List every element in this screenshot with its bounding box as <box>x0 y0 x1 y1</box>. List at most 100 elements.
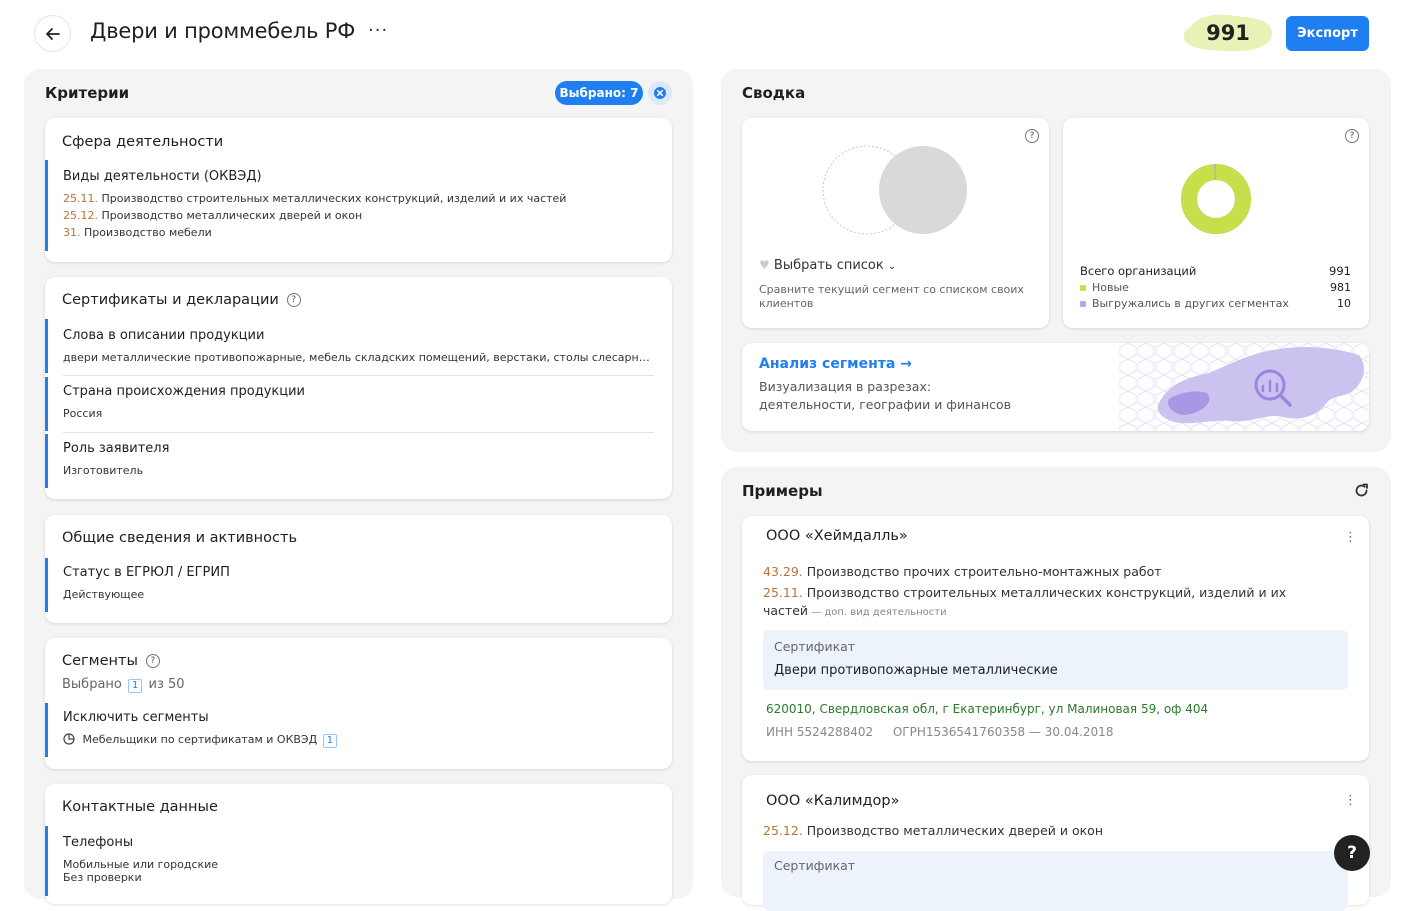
okved-group[interactable]: Виды деятельности (ОКВЭД) 25.11. Произво… <box>45 160 655 251</box>
certificate-label: Сертификат <box>774 639 856 654</box>
help-button[interactable]: ? <box>1334 835 1370 871</box>
close-circle-icon <box>654 87 666 99</box>
company-okved-primary: 25.12. Производство металлических дверей… <box>763 822 1103 840</box>
origin-country-group[interactable]: Страна происхождения продукции Россия <box>45 377 655 431</box>
arrow-left-icon <box>45 27 60 40</box>
certificates-card[interactable]: Сертификаты и декларации? Слова в описан… <box>45 277 672 499</box>
select-list-dropdown[interactable]: ♥ Выбрать список ⌄ <box>759 258 896 273</box>
example-company-card[interactable]: ООО «Калимдор» ⋮ 25.12. Производство мет… <box>742 775 1369 911</box>
clear-selection-button[interactable] <box>648 81 672 105</box>
exclude-segments-title: Исключить сегменты <box>63 710 209 725</box>
stat-other-value: 10 <box>1337 297 1351 310</box>
product-words-value: двери металлические противопожарные, меб… <box>63 351 653 364</box>
donut-segment-new <box>1181 164 1251 234</box>
company-name: ООО «Хеймдалль» <box>766 528 908 544</box>
segment-analysis-desc: Визуализация в разрезах: деятельности, г… <box>759 378 1011 414</box>
okved-title: Виды деятельности (ОКВЭД) <box>63 169 262 184</box>
okved-code: 25.11. <box>763 585 803 600</box>
origin-country-title: Страна происхождения продукции <box>63 384 305 399</box>
stat-new-value: 981 <box>1330 281 1351 294</box>
divider <box>63 432 654 433</box>
divider <box>63 375 654 376</box>
phones-group[interactable]: Телефоны Мобильные или городские Без про… <box>45 826 655 896</box>
stat-total-label: Всего организаций <box>1080 264 1197 278</box>
page-title: Двери и проммебель РФ <box>90 19 356 43</box>
segment-count-value: 991 <box>1206 21 1250 45</box>
certificates-title-text: Сертификаты и декларации <box>62 292 279 308</box>
stat-new-label: Новые <box>1092 281 1129 294</box>
stat-other-label: Выгружались в других сегментах <box>1092 297 1289 310</box>
company-inn: ИНН 5524288402 <box>766 725 874 739</box>
applicant-role-group[interactable]: Роль заявителя Изготовитель <box>45 434 655 488</box>
exclude-segment-count: 1 <box>322 734 338 748</box>
stat-total-row: Всего организаций 991 <box>1080 264 1351 278</box>
summary-title: Сводка <box>742 84 806 102</box>
segments-selected-count: Выбрано 1 из 50 <box>62 677 185 693</box>
company-ogrn: ОГРН1536541760358 — 30.04.2018 <box>892 725 1114 739</box>
okved-text: Производство строительных металлических … <box>98 192 567 205</box>
kebab-menu-icon[interactable]: ⋮ <box>1344 793 1357 808</box>
help-icon[interactable]: ? <box>286 293 301 307</box>
phones-title: Телефоны <box>63 835 134 850</box>
origin-country-value: Россия <box>63 407 103 420</box>
help-icon[interactable]: ? <box>145 654 160 668</box>
contacts-card[interactable]: Контактные данные Телефоны Мобильные или… <box>45 784 672 904</box>
stat-other-row: Выгружались в других сегментах 10 <box>1080 297 1351 310</box>
okved-text: Производство металлических дверей и окон <box>98 209 363 222</box>
compare-description: Сравните текущий сегмент со списком свои… <box>759 283 1024 310</box>
okved-item: 25.11. Производство строительных металли… <box>63 192 655 205</box>
general-info-card[interactable]: Общие сведения и активность Статус в ЕГР… <box>45 515 672 623</box>
activity-card-title: Сфера деятельности <box>62 134 224 150</box>
company-okved-secondary: 25.11. Производство строительных металли… <box>763 584 1323 602</box>
segment-analysis-card[interactable]: Анализ сегмента → Визуализация в разреза… <box>742 343 1369 431</box>
product-words-group[interactable]: Слова в описании продукции двери металли… <box>45 319 655 373</box>
help-icon[interactable]: ? <box>1025 129 1039 143</box>
okved-code: 43.29. <box>763 564 803 579</box>
segment-analysis-link[interactable]: Анализ сегмента → <box>759 356 912 372</box>
certificates-card-title: Сертификаты и декларации? <box>62 292 301 308</box>
certificate-box: Сертификат Двери противопожарные металли… <box>763 630 1348 690</box>
heart-icon: ♥ <box>759 258 770 272</box>
segments-card[interactable]: Сегменты? Выбрано 1 из 50 Исключить сегм… <box>45 638 672 769</box>
selected-prefix: Выбрано <box>62 677 122 692</box>
selected-number: 1 <box>128 679 143 693</box>
pie-chart-icon <box>63 733 75 745</box>
back-button[interactable] <box>34 15 71 52</box>
exclude-segments-group[interactable]: Исключить сегменты Мебельщики по сертифи… <box>45 703 655 757</box>
activity-card[interactable]: Сфера деятельности Виды деятельности (ОК… <box>45 118 672 262</box>
certificate-value: Двери противопожарные металлические <box>774 663 1058 678</box>
product-words-title: Слова в описании продукции <box>63 328 265 343</box>
compare-list-card[interactable]: ? ♥ Выбрать список ⌄ Сравните текущий се… <box>742 118 1049 328</box>
select-list-label: Выбрать список <box>773 258 884 273</box>
more-menu-button[interactable]: ··· <box>368 20 388 41</box>
company-okved-secondary-cont: частей — доп. вид деятельности <box>763 602 947 622</box>
example-company-card[interactable]: ООО «Хеймдалль» ⋮ 43.29. Производство пр… <box>742 516 1369 761</box>
phones-value: Мобильные или городские <box>63 858 219 871</box>
kebab-menu-icon[interactable]: ⋮ <box>1344 530 1357 545</box>
export-button[interactable]: Экспорт <box>1286 16 1369 51</box>
refresh-icon <box>1355 483 1368 497</box>
criteria-title: Критерии <box>45 84 130 102</box>
examples-title: Примеры <box>742 482 823 500</box>
okved-item: 31. Производство мебели <box>63 226 655 239</box>
selected-suffix: из 50 <box>148 677 185 692</box>
registry-status-value: Действующее <box>63 588 145 601</box>
chevron-down-icon: ⌄ <box>887 261 897 272</box>
analysis-desc-line-2: деятельности, географии и финансов <box>759 397 1012 412</box>
stat-total-value: 991 <box>1329 264 1351 278</box>
registry-status-group[interactable]: Статус в ЕГРЮЛ / ЕГРИП Действующее <box>45 558 655 612</box>
selected-count-badge[interactable]: Выбрано: 7 <box>555 81 643 105</box>
registry-status-title: Статус в ЕГРЮЛ / ЕГРИП <box>63 565 230 580</box>
okved-note: — доп. вид деятельности <box>808 607 947 618</box>
stat-new-row: Новые 981 <box>1080 281 1351 294</box>
analysis-desc-line-1: Визуализация в разрезах: <box>759 379 932 394</box>
applicant-role-title: Роль заявителя <box>63 441 170 456</box>
okved-code: 25.12. <box>63 209 98 222</box>
venn-diagram-icon <box>822 145 967 235</box>
help-icon[interactable]: ? <box>1345 129 1359 143</box>
refresh-examples-button[interactable] <box>1354 483 1369 502</box>
exclude-segment-item: Мебельщики по сертификатам и ОКВЭД 1 <box>63 733 655 748</box>
okved-text: Производство строительных металлических … <box>802 585 1287 600</box>
new-legend-dot <box>1080 285 1086 291</box>
okved-text: Производство мебели <box>80 226 212 239</box>
